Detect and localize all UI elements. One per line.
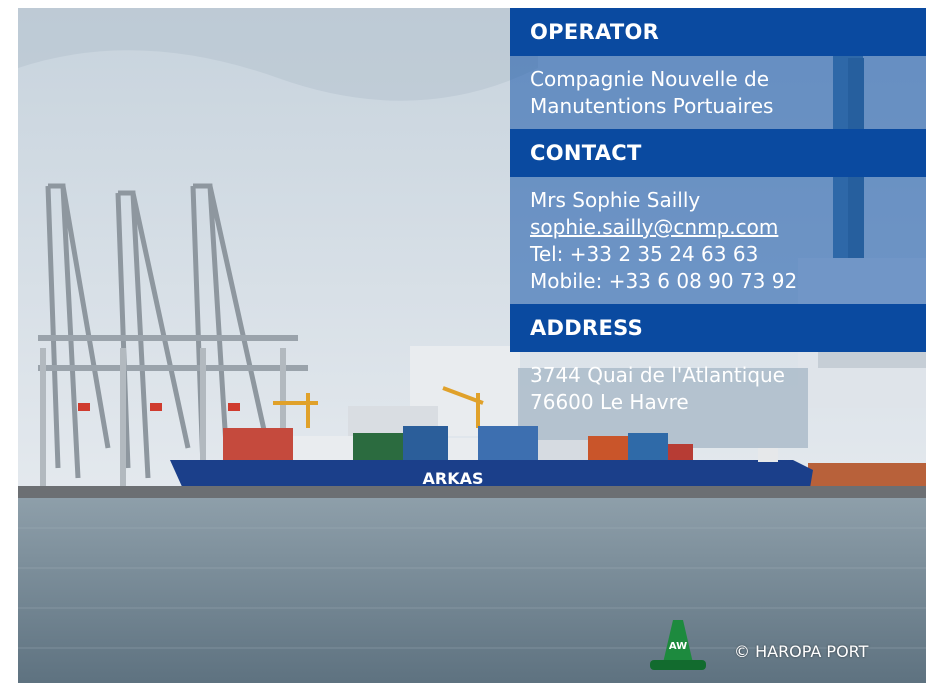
- photo-credit: © HAROPA PORT: [734, 642, 869, 661]
- address-line-2: 76600 Le Havre: [530, 390, 689, 414]
- info-panel: OPERATOR Compagnie Nouvelle de Manutenti…: [510, 8, 926, 425]
- operator-line-2: Manutentions Portuaires: [530, 94, 774, 118]
- ship-name: ARKAS: [422, 469, 483, 488]
- operator-line-1: Compagnie Nouvelle de: [530, 67, 770, 91]
- contact-heading: CONTACT: [510, 129, 926, 177]
- address-body: 3744 Quai de l'Atlantique 76600 Le Havre: [510, 352, 926, 425]
- contact-tel: Tel: +33 2 35 24 63 63: [530, 242, 759, 266]
- address-heading: ADDRESS: [510, 304, 926, 352]
- address-line-1: 3744 Quai de l'Atlantique: [530, 363, 785, 387]
- svg-text:AW: AW: [669, 641, 687, 652]
- contact-body: Mrs Sophie Sailly sophie.sailly@cnmp.com…: [510, 177, 926, 304]
- contact-mobile: Mobile: +33 6 08 90 73 92: [530, 269, 798, 293]
- operator-heading: OPERATOR: [510, 8, 926, 56]
- contact-email-link[interactable]: sophie.sailly@cnmp.com: [530, 214, 906, 241]
- contact-name: Mrs Sophie Sailly: [530, 188, 701, 212]
- operator-body: Compagnie Nouvelle de Manutentions Portu…: [510, 56, 926, 129]
